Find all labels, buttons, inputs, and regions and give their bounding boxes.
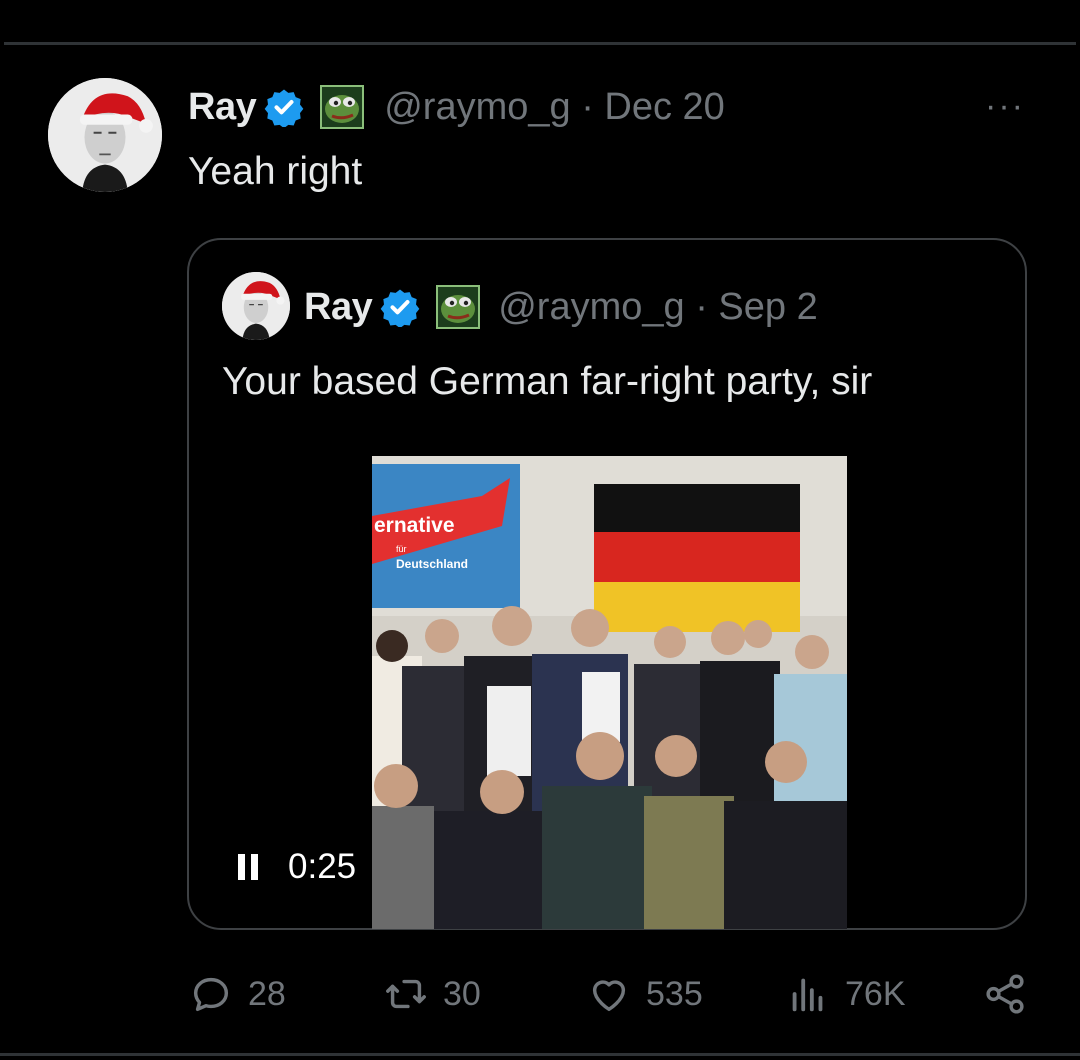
retweet-count: 30 [443, 974, 481, 1013]
video-player[interactable]: ernative für Deutschland [372, 456, 847, 929]
verified-badge-icon [264, 89, 304, 127]
banner-subtext-2: Deutschland [396, 557, 468, 571]
avatar-santa-image [222, 272, 290, 340]
action-bar: 28 30 535 76K [0, 968, 1080, 1020]
share-icon [986, 974, 1024, 1014]
reply-count: 28 [248, 974, 286, 1013]
quoted-author-name[interactable]: Ray [304, 286, 373, 329]
verified-badge-icon [380, 289, 420, 327]
avatar[interactable] [48, 78, 162, 192]
quoted-author-handle-date[interactable]: @raymo_g · Sep 2 [498, 286, 818, 329]
video-frame: ernative für Deutschland [372, 456, 847, 929]
reply-button[interactable]: 28 [188, 968, 286, 1020]
retweet-icon [386, 979, 426, 1009]
reply-icon [193, 977, 229, 1012]
author-handle-date[interactable]: @raymo_g · Dec 20 [384, 86, 725, 129]
video-time-label: 0:25 [288, 847, 357, 886]
quoted-tweet-header: Ray @raymo_g · Sep 2 [304, 284, 818, 330]
views-count: 76K [845, 974, 906, 1013]
views-icon [792, 978, 823, 1012]
banner-text: ernative [374, 514, 455, 537]
like-count: 535 [646, 974, 703, 1013]
banner-subtext: für [396, 544, 407, 554]
frog-emoji-icon [320, 85, 365, 129]
retweet-button[interactable]: 30 [383, 968, 481, 1020]
quoted-avatar[interactable] [222, 272, 290, 340]
video-timer[interactable]: 0:25 [222, 840, 367, 894]
quoted-tweet-text: Your based German far-right party, sir [222, 360, 873, 403]
frog-emoji-icon [436, 285, 481, 329]
author-name[interactable]: Ray [188, 86, 257, 129]
like-button[interactable]: 535 [586, 968, 703, 1020]
divider-top [4, 42, 1076, 45]
views-button[interactable]: 76K [785, 968, 906, 1020]
divider-bottom [0, 1053, 1080, 1056]
pause-icon[interactable] [236, 854, 260, 880]
tweet-text: Yeah right [188, 150, 363, 193]
tweet-header: Ray @raymo_g · Dec 20 [188, 82, 725, 132]
like-icon [592, 980, 626, 1012]
avatar-santa-image [48, 78, 162, 192]
share-button[interactable] [982, 968, 1042, 1020]
more-icon[interactable]: ··· [985, 89, 1025, 123]
